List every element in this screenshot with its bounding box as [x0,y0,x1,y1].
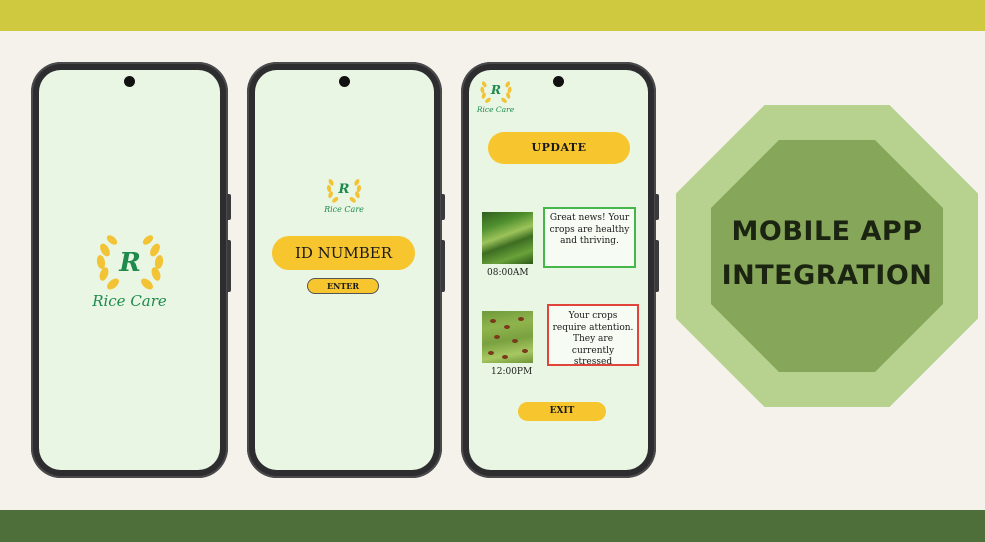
id-number-field[interactable]: ID NUMBER [272,236,415,270]
camera-notch [553,76,564,87]
banner-line-1: MOBILE APP [731,216,923,247]
phone-login: R Rice Care ID NUMBER ENTER [247,62,445,478]
exit-button[interactable]: EXIT [518,402,606,421]
app-name: Rice Care [92,292,167,310]
logo-letter: R [489,83,500,97]
login-screen: R Rice Care ID NUMBER ENTER [255,70,434,470]
stressed-status-message: Your crops require attention. They are c… [547,304,639,367]
banner-line-2: INTEGRATION [721,260,933,291]
healthy-status-message: Great news! Your crops are healthy and t… [543,207,636,268]
phone-dashboard: R Rice Care UPDATE 08:00AM Great news! Y… [461,62,659,478]
healthy-crop-image [482,212,533,264]
top-band [0,0,985,31]
logo-letter: R [118,248,141,278]
app-name: Rice Care [324,205,364,214]
splash-screen: R Rice Care [39,70,220,470]
bottom-band [0,510,985,542]
volume-button [227,240,231,292]
app-name: Rice Care [476,105,515,114]
volume-button [441,240,445,292]
volume-button [655,240,659,292]
rice-care-logo: R Rice Care [313,171,375,214]
rice-care-logo: R Rice Care [79,228,180,310]
phone-splash: R Rice Care [31,62,231,478]
wheat-wreath-icon: R [479,81,512,103]
update-time: 08:00AM [487,268,529,278]
enter-button[interactable]: ENTER [307,278,379,294]
camera-notch [124,76,135,87]
power-button [441,194,445,220]
rice-care-logo: R Rice Care [473,74,518,114]
banner-title: MOBILE APP INTEGRATION [711,210,943,298]
power-button [227,194,231,220]
wheat-wreath-icon: R [96,235,163,290]
dashboard-screen: R Rice Care UPDATE 08:00AM Great news! Y… [469,70,648,470]
logo-letter: R [337,181,349,197]
camera-notch [339,76,350,87]
update-button[interactable]: UPDATE [488,132,630,164]
power-button [655,194,659,220]
wheat-wreath-icon: R [326,179,362,203]
update-time: 12:00PM [491,367,533,377]
stressed-crop-image [482,311,533,363]
